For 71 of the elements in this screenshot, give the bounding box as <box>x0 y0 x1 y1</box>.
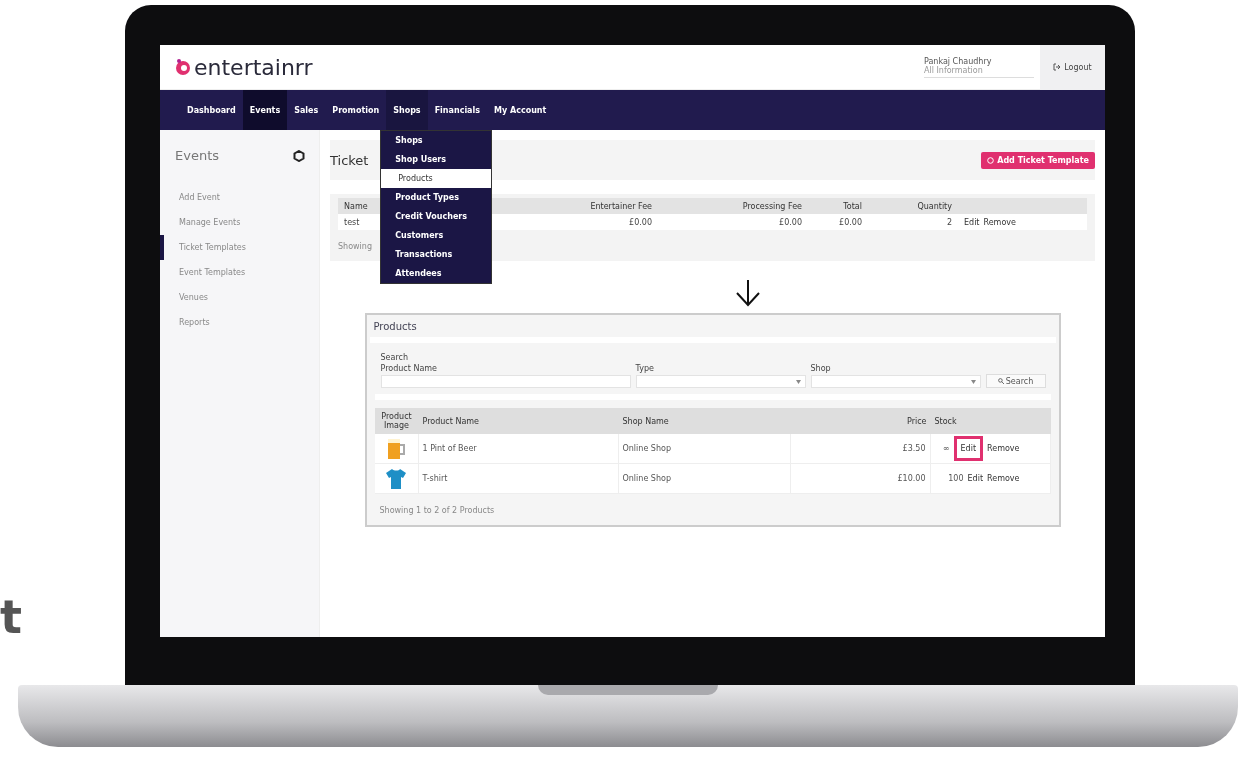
nav-item[interactable]: My Account <box>487 90 554 130</box>
table-cell: £10.00 <box>790 464 931 494</box>
nav-item[interactable]: Financials <box>427 90 488 130</box>
column-header: Product Image <box>374 408 419 434</box>
menu-item[interactable]: Shops <box>381 131 492 150</box>
table-cell: £3.50 <box>790 434 931 464</box>
column-header: Entertainer Fee <box>568 198 658 214</box>
logo-text: entertainrr <box>194 54 313 80</box>
field-label: Type <box>635 364 655 373</box>
action-link[interactable]: Remove <box>987 474 1020 483</box>
add-template-button[interactable]: Add Ticket Template <box>981 151 1095 169</box>
search-button[interactable]: Search <box>985 374 1046 388</box>
sidebar-item[interactable]: Venues <box>160 285 319 310</box>
table-cell: Online Shop <box>618 464 791 494</box>
partial-heading: t <box>0 594 22 640</box>
table-cell: 1 Pint of Beer <box>418 434 619 464</box>
sidebar-item[interactable]: Ticket Templates <box>160 235 319 260</box>
user-select[interactable]: Pankaj Chaudhry All Information <box>924 56 1034 78</box>
table-cell: Online Shop <box>618 434 791 464</box>
sidebar-item[interactable]: Reports <box>160 310 319 335</box>
circle-plus-icon <box>987 156 995 164</box>
field-label: Product Name <box>380 364 439 373</box>
nav-item[interactable]: Promotion <box>325 90 387 130</box>
nav-item[interactable]: Events <box>242 90 288 130</box>
logout-button[interactable]: Logout <box>1040 44 1105 90</box>
table-cell: £0.00 <box>658 214 808 230</box>
sidebar-item[interactable]: Manage Events <box>160 210 319 235</box>
stock-value: ∞ <box>942 444 950 453</box>
field-label: Shop <box>810 364 832 373</box>
table-cell: £0.00 <box>808 214 868 230</box>
menu-item[interactable]: Attendees <box>381 264 492 283</box>
action-link[interactable]: Edit <box>953 436 984 461</box>
input-field[interactable] <box>380 375 631 388</box>
caret-icon <box>970 379 976 384</box>
table-cell: 2 <box>868 214 958 230</box>
stock-value: 100 <box>948 474 964 483</box>
column-header: Quantity <box>868 198 958 214</box>
column-header: Stock <box>930 408 1051 434</box>
select-field[interactable] <box>635 375 806 388</box>
beer-mug-icon <box>386 436 406 461</box>
t-shirt-icon <box>385 467 407 490</box>
caret-icon <box>795 379 801 384</box>
sidebar-item[interactable]: Event Templates <box>160 260 319 285</box>
action-link[interactable]: Remove <box>987 444 1020 453</box>
logout-icon <box>1053 63 1062 71</box>
select-field[interactable] <box>810 375 981 388</box>
sidebar-title: Events <box>175 148 219 163</box>
search-icon <box>997 378 1004 384</box>
down-arrow-icon <box>734 279 761 307</box>
table-cell: £0.00 <box>568 214 658 230</box>
action-link[interactable]: Edit <box>964 217 980 227</box>
nav-item[interactable]: Sales <box>287 90 326 130</box>
panel-title: Products <box>369 315 1056 343</box>
nav-item[interactable]: Dashboard <box>180 90 243 130</box>
hexagon-icon[interactable] <box>293 149 305 162</box>
nav-item[interactable]: Shops <box>386 90 428 130</box>
column-header: Processing Fee <box>658 198 808 214</box>
search-heading: Search <box>380 353 409 362</box>
menu-item[interactable]: Products <box>381 169 492 188</box>
menu-item[interactable]: Shop Users <box>381 150 492 169</box>
page-title: Ticket <box>330 152 369 168</box>
logo-icon <box>175 58 191 76</box>
column-header: Price <box>790 408 931 434</box>
action-link[interactable]: Remove <box>983 217 1016 227</box>
action-link[interactable]: Edit <box>967 474 984 483</box>
table-footer: Showing 1 to 2 of 2 Products <box>379 506 1056 515</box>
column-header: Shop Name <box>618 408 791 434</box>
table-cell: T-shirt <box>418 464 619 494</box>
sidebar-item[interactable]: Add Event <box>160 185 319 210</box>
column-header: Product Name <box>418 408 619 434</box>
column-header: Total <box>808 198 868 214</box>
